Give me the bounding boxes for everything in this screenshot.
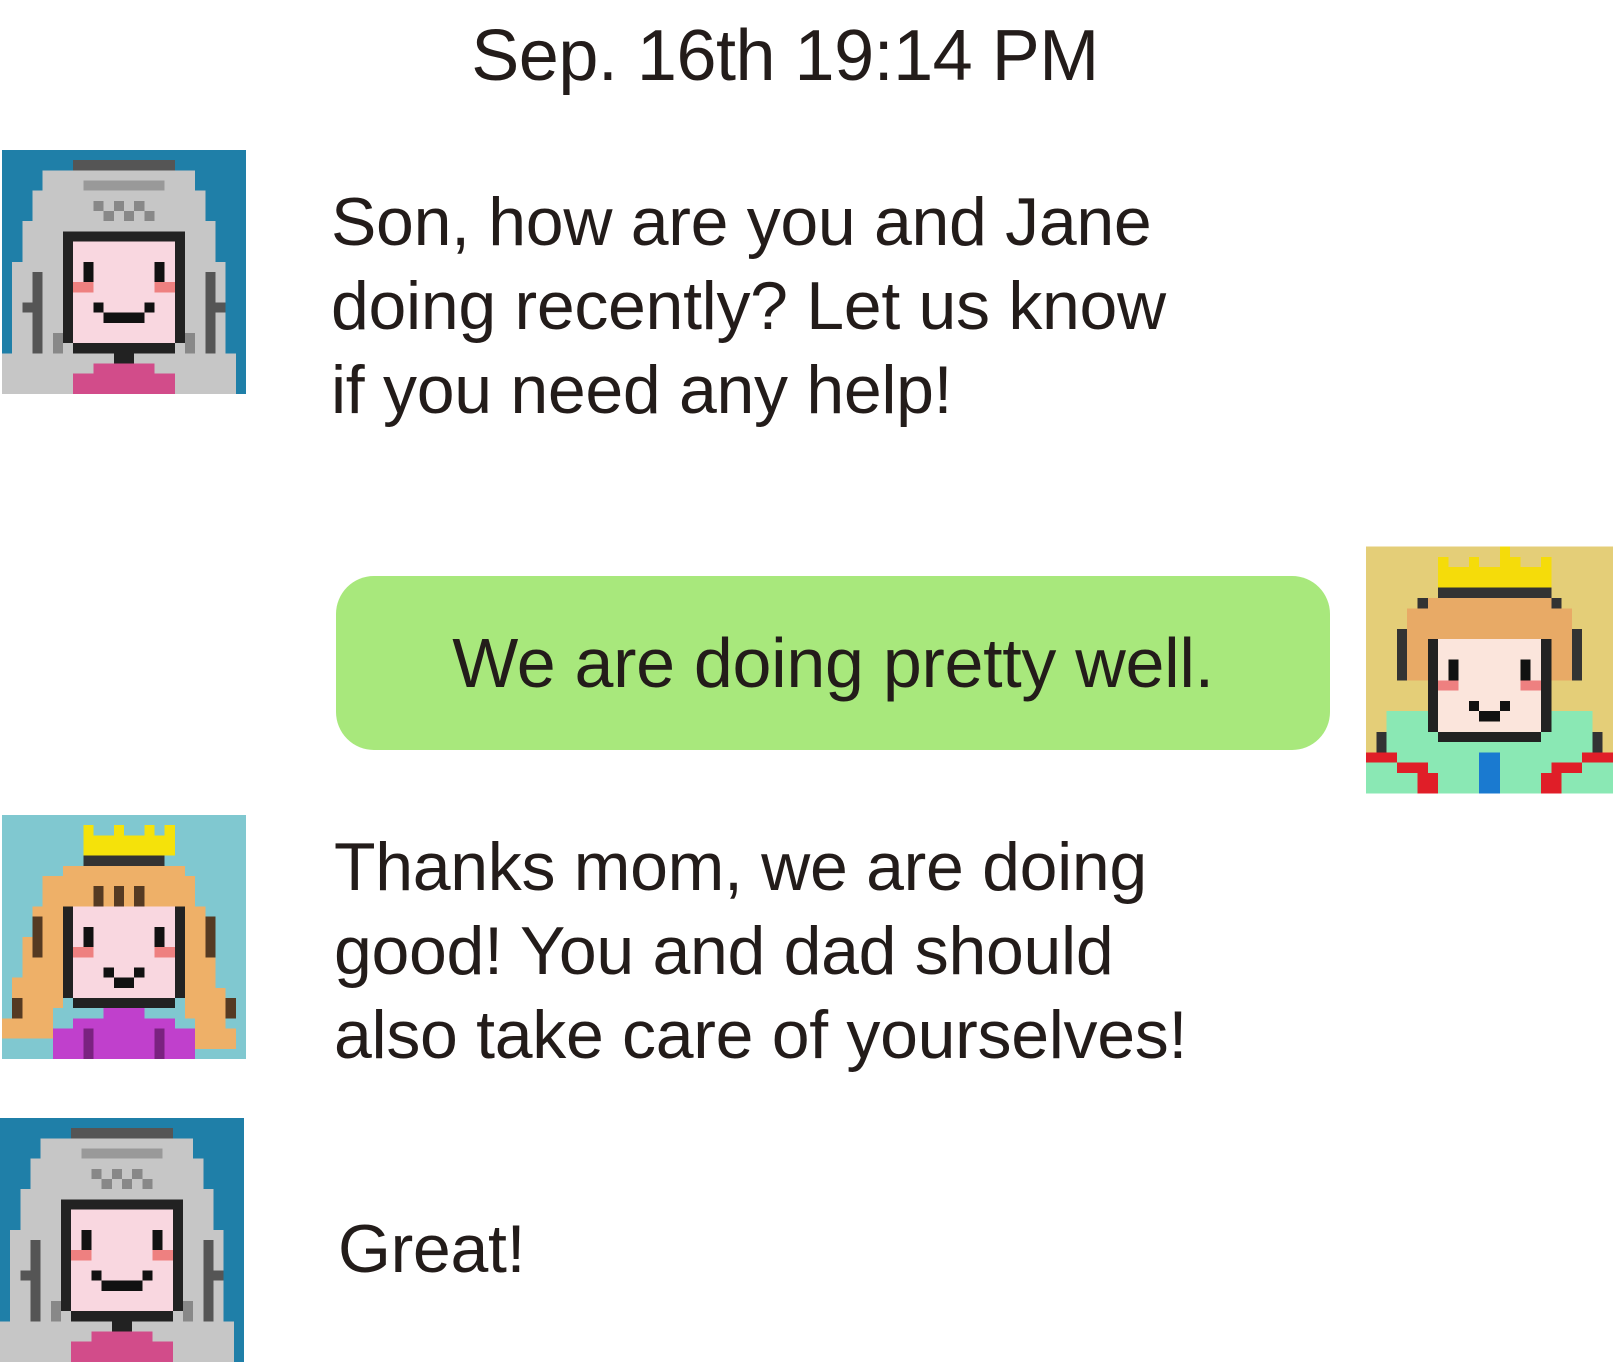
- mom-avatar-icon[interactable]: [2, 150, 246, 394]
- mom-avatar-icon[interactable]: [0, 1118, 244, 1362]
- message-line: Great!: [338, 1211, 526, 1287]
- message-line: also take care of yourselves!: [334, 997, 1188, 1073]
- message-text: Great!: [338, 1207, 525, 1291]
- chat-timestamp: Sep. 16th 19:14 PM: [471, 16, 1099, 96]
- jane-avatar-icon[interactable]: [2, 815, 246, 1059]
- message-line: doing recently? Let us know: [331, 268, 1166, 344]
- message-line: Son, how are you and Jane: [331, 184, 1152, 260]
- message-line: Thanks mom, we are doing: [334, 829, 1147, 905]
- message-text: Son, how are you and Jane doing recently…: [331, 180, 1166, 432]
- outgoing-message-bubble[interactable]: We are doing pretty well.: [336, 576, 1330, 750]
- message-line: good! You and dad should: [334, 913, 1114, 989]
- message-text: We are doing pretty well.: [452, 624, 1214, 702]
- message-text: Thanks mom, we are doing good! You and d…: [334, 825, 1187, 1077]
- son-avatar-icon[interactable]: [1366, 546, 1613, 794]
- message-line: if you need any help!: [331, 352, 953, 428]
